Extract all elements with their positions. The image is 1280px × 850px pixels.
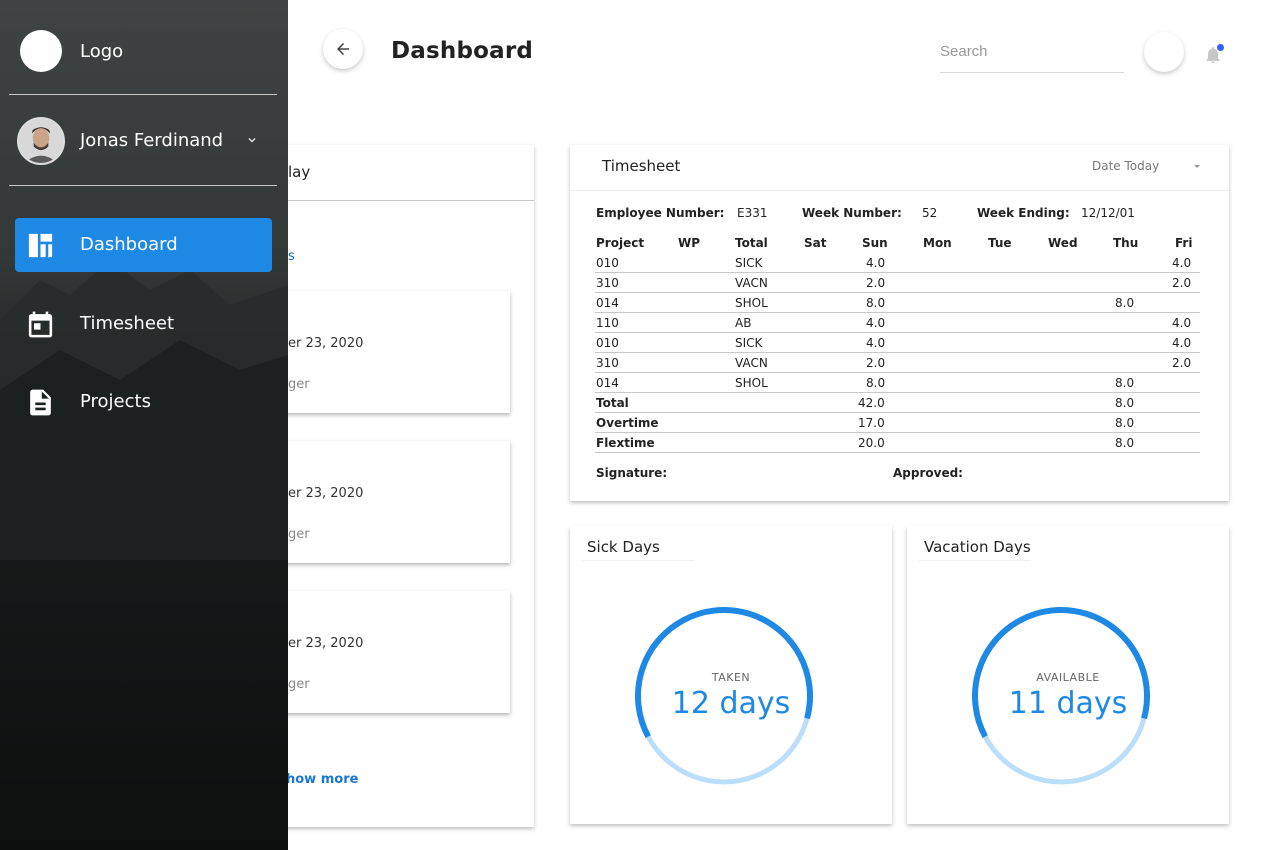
user-name[interactable]: Jonas Ferdinand [80,130,223,151]
table-row: 310 VACN 2.0 2.0 [595,273,1200,293]
table-row: 010 SICK 4.0 4.0 [595,333,1200,353]
week-ending-value: 12/12/01 [1081,206,1135,220]
schedule-entry[interactable]: er 23, 2020 ger [280,591,510,713]
timesheet-table: Project WP Total Sat Sun Mon Tue Wed Thu… [595,233,1200,453]
sidebar-item-dashboard[interactable]: Dashboard [15,218,272,272]
show-more-link[interactable]: how more [286,772,358,787]
entry-date: er 23, 2020 [288,486,364,501]
avatar[interactable] [17,117,65,165]
search-field[interactable] [940,38,1124,73]
entry-role: ger [288,377,310,392]
divider [9,185,277,186]
schedule-subheader: s [288,249,295,264]
dashboard-icon [28,233,53,258]
chevron-down-icon[interactable] [245,133,259,147]
table-row: 014 SHOL 8.0 8.0 [595,373,1200,393]
divider [919,560,1031,561]
document-icon [30,389,51,416]
arrow-left-icon [337,43,349,55]
sidebar-item-label: Dashboard [80,234,178,255]
column-header: Thu [1113,236,1139,250]
vacation-days-card: Vacation Days AVAILABLE 11 days [907,526,1229,824]
week-number-value: 52 [922,206,938,220]
sidebar: Logo Jonas Ferdinand Dashboard Timesheet… [0,0,288,850]
sidebar-item-label: Timesheet [80,313,175,334]
column-header: Mon [923,236,952,250]
table-header: Project WP Total Sat Sun Mon Tue Wed Thu… [595,233,1200,253]
sidebar-item-label: Projects [80,391,151,412]
notification-dot [1217,44,1224,51]
sidebar-item-projects[interactable]: Projects [15,375,272,429]
column-header: Project [596,236,645,250]
summary-row: Flextime 20.0 8.0 [595,433,1200,453]
user-avatar-icon [19,119,63,163]
vacation-days-title: Vacation Days [924,538,1031,556]
top-header: Dashboard [288,0,1280,110]
divider [9,94,277,95]
signature-label: Signature: [596,466,668,480]
gauge-label: AVAILABLE [1036,671,1100,684]
column-header: Total [735,236,768,250]
schedule-card: lay s er 23, 2020 ger er 23, 2020 ger er… [250,145,534,827]
schedule-card-header: lay [250,145,534,201]
summary-row: Overtime 17.0 8.0 [595,413,1200,433]
entry-role: ger [288,527,310,542]
gauge-value: 11 days [1008,686,1128,721]
column-header: Wed [1048,236,1078,250]
sick-days-title: Sick Days [587,538,660,556]
table-row: 010 SICK 4.0 4.0 [595,253,1200,273]
schedule-entry[interactable]: er 23, 2020 ger [280,441,510,563]
table-row: 310 VACN 2.0 2.0 [595,353,1200,373]
gauge-label: TAKEN [711,671,751,684]
schedule-entry[interactable]: er 23, 2020 ger [280,291,510,413]
schedule-card-title: lay [288,163,311,181]
employee-number-value: E331 [737,206,768,220]
page-title: Dashboard [391,38,534,64]
caret-down-icon[interactable] [1194,165,1200,168]
search-input[interactable] [940,38,1124,60]
entry-role: ger [288,677,310,692]
entry-date: er 23, 2020 [288,636,364,651]
logo-icon[interactable] [20,30,62,72]
timesheet-card: Timesheet Date Today Employee Number: E3… [570,145,1229,501]
column-header: Tue [988,236,1012,250]
column-header: WP [678,236,701,250]
table-row: 014 SHOL 8.0 8.0 [595,293,1200,313]
sidebar-item-timesheet[interactable]: Timesheet [15,297,272,351]
employee-number-label: Employee Number: [596,206,725,220]
week-number-label: Week Number: [802,206,902,220]
divider [582,560,694,561]
week-ending-label: Week Ending: [977,206,1070,220]
notifications-button[interactable] [1203,44,1225,68]
timesheet-title: Timesheet [602,157,681,175]
logo-text[interactable]: Logo [80,41,123,62]
profile-button[interactable] [1144,32,1184,72]
sick-days-card: Sick Days TAKEN 12 days [570,526,892,824]
summary-row: Total 42.0 8.0 [595,393,1200,413]
divider [570,190,1229,191]
column-header: Fri [1175,236,1193,250]
column-header: Sat [804,236,827,250]
table-row: 110 AB 4.0 4.0 [595,313,1200,333]
calendar-icon [28,311,53,338]
column-header: Sun [862,236,888,250]
back-button[interactable] [323,29,363,69]
entry-date: er 23, 2020 [288,336,364,351]
gauge-value: 12 days [671,686,791,721]
approved-label: Approved: [893,466,963,480]
date-filter-select[interactable]: Date Today [1092,159,1159,173]
